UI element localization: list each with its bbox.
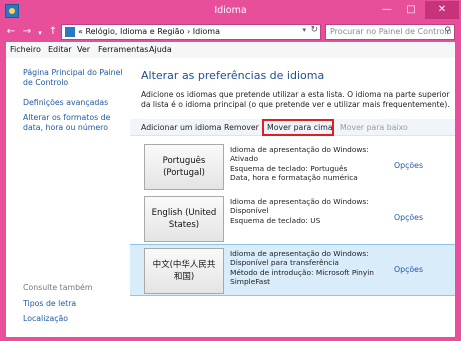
detail-line: Data, hora e formatação numérica [230,173,358,183]
language-row-english[interactable]: English (United States) Idioma de aprese… [130,193,455,245]
search-placeholder: Procurar no Painel de Controlo [330,27,452,36]
remove-button[interactable]: Remover [224,123,259,132]
maximize-button[interactable]: □ [399,1,423,19]
detail-line: Esquema de teclado: Português [230,163,348,173]
back-arrow-icon[interactable]: ← [4,25,18,39]
detail-line: Esquema de teclado: US [230,215,321,225]
search-input[interactable]: Procurar no Painel de Controlo ⚲ [325,24,455,40]
menu-bar: Ficheiro Editar Ver Ferramentas Ajuda [6,42,455,58]
refresh-icon[interactable]: ↻ [310,25,318,35]
sidebar-link-date-time-formats[interactable]: Alterar os formatos de data, hora ou núm… [23,113,131,133]
main-panel: Alterar as preferências de idioma Adicio… [130,58,455,337]
menu-ficheiro[interactable]: Ficheiro [10,45,41,54]
language-details: Idioma de apresentação do Windows: Dispo… [230,249,390,287]
address-bar[interactable]: « Relógio, Idioma e Região › Idioma ▾ ↻ [61,24,321,40]
control-panel-small-icon [65,27,75,37]
control-panel-window: Idioma — □ ✕ ← → ▾ ↑ « Relógio, Idioma e… [0,0,461,341]
detail-line: Método de introdução: Microsoft Pinyin [230,267,374,277]
options-link-portuguese[interactable]: Opções [394,161,423,170]
menu-ferramentas[interactable]: Ferramentas [98,45,148,54]
detail-line: Idioma de apresentação do Windows: [230,249,369,258]
detail-line: SimpleFast [230,277,271,287]
language-button-chinese[interactable]: 中文(中华人民共和国) [144,248,224,294]
close-button[interactable]: ✕ [425,1,459,19]
address-dropdown-chevron-icon[interactable]: ▾ [302,26,306,34]
title-bar[interactable]: Idioma — □ ✕ [0,0,461,22]
sidebar-link-control-panel-home[interactable]: Página Principal do Painel de Controlo [23,68,131,88]
sidebar-link-advanced-settings[interactable]: Definições avançadas [23,98,131,108]
recent-locations-chevron-icon[interactable]: ▾ [35,26,45,40]
menu-editar[interactable]: Editar [48,45,72,54]
page-description: Adicione os idiomas que pretende utiliza… [141,90,450,109]
language-details: Idioma de apresentação do Windows: Dispo… [230,197,390,225]
address-row: ← → ▾ ↑ « Relógio, Idioma e Região › Idi… [0,22,461,42]
language-row-portuguese[interactable]: Português (Portugal) Idioma de apresenta… [130,141,455,193]
sidebar-link-location[interactable]: Localização [23,314,131,324]
detail-line: Ativado [230,154,258,164]
sidebar-link-fonts[interactable]: Tipos de letra [23,299,131,309]
move-up-button[interactable]: Mover para cima [267,123,333,132]
detail-line: Disponível para transferência [230,258,339,268]
language-button-portuguese[interactable]: Português (Portugal) [144,144,224,190]
language-details: Idioma de apresentação do Windows: Ativa… [230,145,390,183]
detail-line: Idioma de apresentação do Windows: [230,145,369,154]
minimize-button[interactable]: — [375,1,399,19]
up-arrow-icon[interactable]: ↑ [46,25,60,39]
content-area: Página Principal do Painel de Controlo D… [6,58,455,337]
see-also-label: Consulte também [23,283,93,292]
move-up-highlight: Mover para cima [262,119,334,136]
language-toolbar: Adicionar um idioma Remover Mover para c… [130,119,455,136]
breadcrumb[interactable]: « Relógio, Idioma e Região › Idioma [78,27,220,36]
menu-ajuda[interactable]: Ajuda [149,45,172,54]
detail-line: Idioma de apresentação do Windows: [230,197,369,206]
menu-ver[interactable]: Ver [77,45,90,54]
page-title: Alterar as preferências de idioma [141,69,325,82]
options-link-chinese[interactable]: Opções [394,265,423,274]
detail-line: Disponível [230,206,269,216]
move-down-button[interactable]: Mover para baixo [340,123,408,132]
language-row-chinese-selected[interactable]: 中文(中华人民共和国) Idioma de apresentação do Wi… [130,244,455,296]
sidebar: Página Principal do Painel de Controlo D… [6,58,130,337]
add-language-button[interactable]: Adicionar um idioma [141,123,221,132]
language-button-english[interactable]: English (United States) [144,196,224,242]
search-icon[interactable]: ⚲ [444,26,451,36]
options-link-english[interactable]: Opções [394,213,423,222]
forward-arrow-icon[interactable]: → [20,25,34,39]
